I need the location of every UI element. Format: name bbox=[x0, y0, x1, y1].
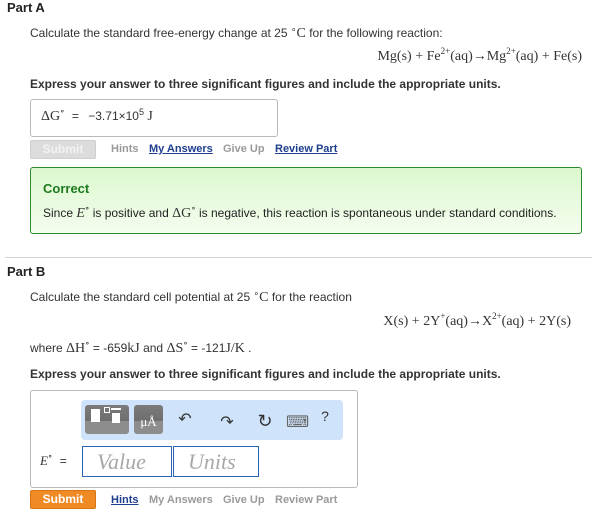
part-a-submit-button[interactable]: Submit bbox=[30, 140, 96, 159]
part-b-hints-link[interactable]: Hints bbox=[111, 494, 139, 506]
part-a-review-part-link[interactable]: Review Part bbox=[275, 143, 337, 155]
part-b-prompt: Calculate the standard cell potential at… bbox=[30, 288, 352, 306]
part-b-answer-box: μÅ ↶ ↷ ↻ ⌨ ? E∘ = bbox=[30, 390, 358, 488]
help-icon[interactable]: ? bbox=[317, 408, 333, 424]
units-icon: μÅ bbox=[140, 414, 157, 429]
part-b-reaction: X(s) + 2Y+(aq)→X2+(aq) + 2Y(s) bbox=[383, 311, 571, 330]
redo-icon[interactable]: ↷ bbox=[218, 412, 236, 432]
part-a-my-answers-link[interactable]: My Answers bbox=[149, 143, 213, 155]
reset-icon[interactable]: ↻ bbox=[254, 411, 276, 432]
part-a-prompt: Calculate the standard free-energy chang… bbox=[30, 24, 443, 42]
part-b-give-up-link[interactable]: Give Up bbox=[223, 494, 265, 506]
part-a-answer-box: ΔG∘ = −3.71×105 J bbox=[30, 99, 278, 137]
part-b-my-answers-link[interactable]: My Answers bbox=[149, 494, 213, 506]
value-input[interactable] bbox=[82, 446, 172, 477]
templates-icon bbox=[91, 409, 100, 422]
correct-feedback-box: Correct Since E∘ is positive and ΔG∘ is … bbox=[30, 167, 582, 234]
answer-unit: J bbox=[147, 109, 153, 124]
correct-title: Correct bbox=[43, 181, 90, 196]
undo-icon[interactable]: ↶ bbox=[176, 409, 194, 429]
part-b-instruction: Express your answer to three significant… bbox=[30, 367, 501, 381]
part-b-submit-button[interactable]: Submit bbox=[30, 490, 96, 509]
units-input[interactable] bbox=[173, 446, 259, 477]
feedback-text: Since E∘ is positive and ΔG∘ is negative… bbox=[43, 203, 557, 222]
units-button[interactable]: μÅ bbox=[134, 405, 163, 434]
part-b-review-part-link[interactable]: Review Part bbox=[275, 494, 337, 506]
e-naught-label: E∘ = bbox=[40, 451, 67, 469]
section-divider bbox=[5, 257, 592, 258]
delta-g-label: ΔG∘ bbox=[41, 106, 65, 125]
part-a-title: Part A bbox=[7, 0, 45, 15]
part-a-hints-link[interactable]: Hints bbox=[111, 143, 139, 155]
keyboard-icon[interactable]: ⌨ bbox=[286, 412, 309, 432]
part-a-answer: ΔG∘ = −3.71×105 J bbox=[41, 106, 153, 125]
math-toolbar: μÅ ↶ ↷ ↻ ⌨ ? bbox=[81, 400, 343, 440]
part-a-give-up-link[interactable]: Give Up bbox=[223, 143, 265, 155]
answer-value: −3.71×105 bbox=[88, 107, 144, 124]
templates-button[interactable] bbox=[85, 405, 129, 434]
part-b-given-values: where ΔH∘ = -659kJ and ΔS∘ = -121J/K . bbox=[30, 338, 252, 357]
part-a-reaction: Mg(s) + Fe2+(aq)→Mg2+(aq) + Fe(s) bbox=[377, 46, 582, 65]
part-b-title: Part B bbox=[7, 264, 46, 279]
part-a-instruction: Express your answer to three significant… bbox=[30, 77, 501, 91]
